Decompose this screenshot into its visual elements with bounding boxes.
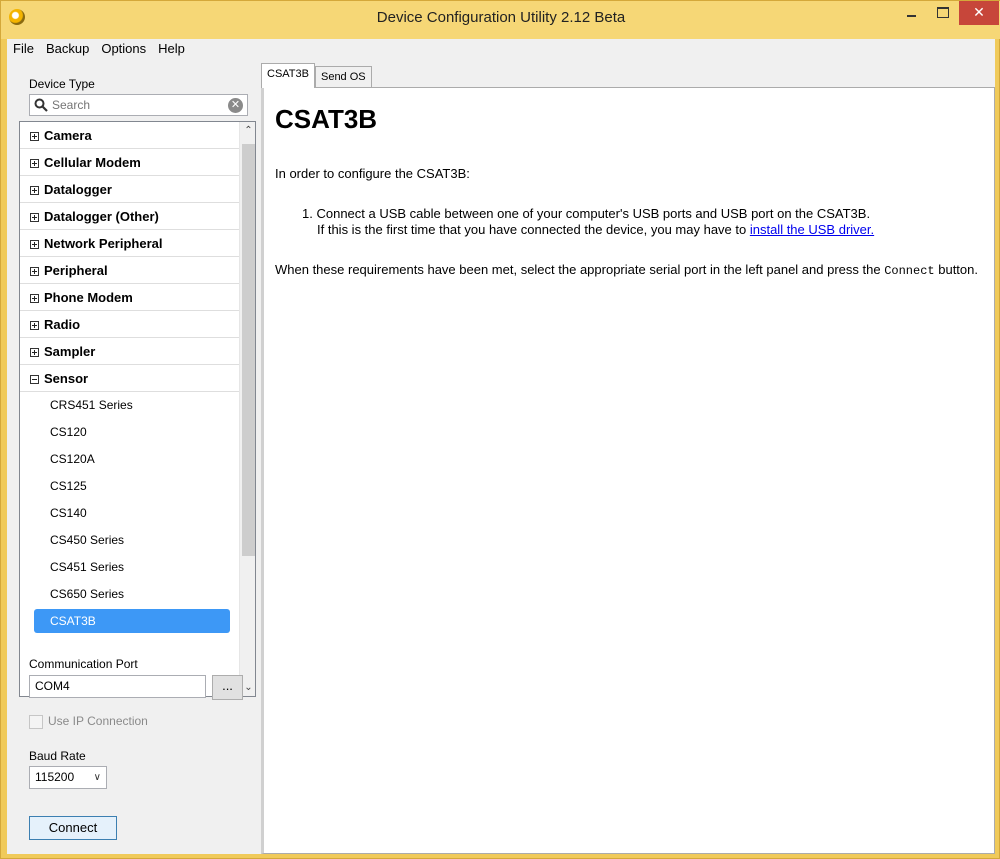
left-panel: Device Type ✕ Camera Cellular Modem Data… [7, 59, 257, 854]
category-label: Datalogger [44, 182, 112, 197]
tree-category-datalogger-other[interactable]: Datalogger (Other) [20, 203, 239, 230]
doc-paragraph: When these requirements have been met, s… [275, 262, 985, 279]
expand-icon[interactable] [30, 348, 39, 357]
tree-item[interactable]: CS451 Series [20, 554, 239, 581]
doc-step-1: 1. Connect a USB cable between one of yo… [302, 206, 1000, 238]
title-bar[interactable]: Device Configuration Utility 2.12 Beta ✕ [1, 1, 1000, 39]
baud-rate-value: 115200 [35, 770, 75, 784]
menu-bar: File Backup Options Help [7, 39, 995, 59]
tree-item[interactable]: CRS451 Series [20, 392, 239, 419]
expand-icon[interactable] [30, 267, 39, 276]
content-panel: CSAT3B In order to configure the CSAT3B:… [261, 87, 995, 854]
tree-category-sensor[interactable]: Sensor [20, 365, 239, 392]
category-label: Sampler [44, 344, 96, 359]
expand-icon[interactable] [30, 321, 39, 330]
expand-icon[interactable] [30, 159, 39, 168]
tree-category-cellular-modem[interactable]: Cellular Modem [20, 149, 239, 176]
category-label: Camera [44, 128, 92, 143]
tree-category-camera[interactable]: Camera [20, 122, 239, 149]
tree-category-phone-modem[interactable]: Phone Modem [20, 284, 239, 311]
client-area: Device Type ✕ Camera Cellular Modem Data… [7, 59, 995, 854]
step-line-2: If this is the first time that you have … [302, 222, 1000, 238]
collapse-icon[interactable] [30, 375, 39, 384]
device-tree[interactable]: Camera Cellular Modem Datalogger Datalog… [19, 121, 256, 697]
tree-item[interactable]: CS120A [20, 446, 239, 473]
expand-icon[interactable] [30, 132, 39, 141]
tree-item[interactable]: CS450 Series [20, 527, 239, 554]
category-label: Datalogger (Other) [44, 209, 159, 224]
menu-help[interactable]: Help [152, 39, 191, 59]
category-label: Radio [44, 317, 81, 332]
para-code: Connect [884, 264, 935, 278]
use-ip-label: Use IP Connection [48, 714, 148, 728]
search-input[interactable] [52, 97, 222, 113]
doc-title: CSAT3B [275, 104, 378, 134]
tree-category-datalogger[interactable]: Datalogger [20, 176, 239, 203]
expand-icon[interactable] [30, 294, 39, 303]
tab-strip: CSAT3B Send OS [261, 63, 372, 89]
tree-item-selected[interactable]: CSAT3B [34, 609, 230, 633]
tree-item[interactable]: CS120 [20, 419, 239, 446]
para-text: When these requirements have been met, s… [275, 262, 885, 277]
expand-icon[interactable] [30, 186, 39, 195]
tree-scrollbar[interactable]: ⌃ ⌄ [239, 122, 255, 696]
category-label: Peripheral [44, 263, 108, 278]
tab-send-os[interactable]: Send OS [314, 66, 372, 88]
maximize-button[interactable] [927, 1, 959, 25]
menu-file[interactable]: File [7, 39, 40, 59]
device-type-label: Device Type [29, 77, 95, 91]
search-box[interactable]: ✕ [29, 94, 248, 116]
category-label: Cellular Modem [44, 155, 141, 170]
menu-backup[interactable]: Backup [40, 39, 95, 59]
baud-rate-select[interactable]: 115200 ∨ [29, 766, 107, 789]
device-tree-list: Camera Cellular Modem Datalogger Datalog… [20, 122, 239, 633]
tree-category-radio[interactable]: Radio [20, 311, 239, 338]
use-ip-checkbox[interactable] [29, 715, 43, 729]
tab-csat3b[interactable]: CSAT3B [261, 63, 315, 88]
search-icon [34, 98, 48, 112]
scroll-up-arrow-icon[interactable]: ⌃ [240, 122, 255, 139]
install-usb-driver-link[interactable]: install the USB driver. [750, 222, 874, 237]
app-window: Device Configuration Utility 2.12 Beta ✕… [0, 0, 1000, 859]
category-label: Network Peripheral [44, 236, 163, 251]
doc-intro: In order to configure the CSAT3B: [275, 166, 470, 181]
category-label: Phone Modem [44, 290, 133, 305]
comm-port-label: Communication Port [29, 657, 138, 671]
window-title: Device Configuration Utility 2.12 Beta [376, 9, 626, 26]
expand-icon[interactable] [30, 213, 39, 222]
step-line-1: Connect a USB cable between one of your … [316, 206, 871, 221]
step-line-2-text: If this is the first time that you have … [317, 222, 750, 237]
browse-port-button[interactable]: ... [212, 675, 243, 700]
tree-category-sampler[interactable]: Sampler [20, 338, 239, 365]
comm-port-field[interactable]: COM4 [29, 675, 206, 698]
tree-category-network-peripheral[interactable]: Network Peripheral [20, 230, 239, 257]
para-suffix: button. [934, 262, 978, 277]
tree-item[interactable]: CS650 Series [20, 581, 239, 608]
close-icon: ✕ [973, 4, 985, 20]
close-button[interactable]: ✕ [959, 1, 999, 25]
tree-item[interactable]: CS140 [20, 500, 239, 527]
clear-search-icon[interactable]: ✕ [228, 98, 243, 113]
menu-options[interactable]: Options [95, 39, 152, 59]
baud-rate-label: Baud Rate [29, 749, 86, 763]
minimize-button[interactable] [895, 1, 927, 25]
step-number: 1. [302, 206, 313, 221]
chevron-down-icon: ∨ [93, 772, 101, 783]
expand-icon[interactable] [30, 240, 39, 249]
category-label: Sensor [44, 371, 89, 386]
connect-button[interactable]: Connect [29, 816, 117, 840]
tree-item[interactable]: CS125 [20, 473, 239, 500]
tree-category-peripheral[interactable]: Peripheral [20, 257, 239, 284]
scroll-thumb[interactable] [242, 144, 255, 556]
